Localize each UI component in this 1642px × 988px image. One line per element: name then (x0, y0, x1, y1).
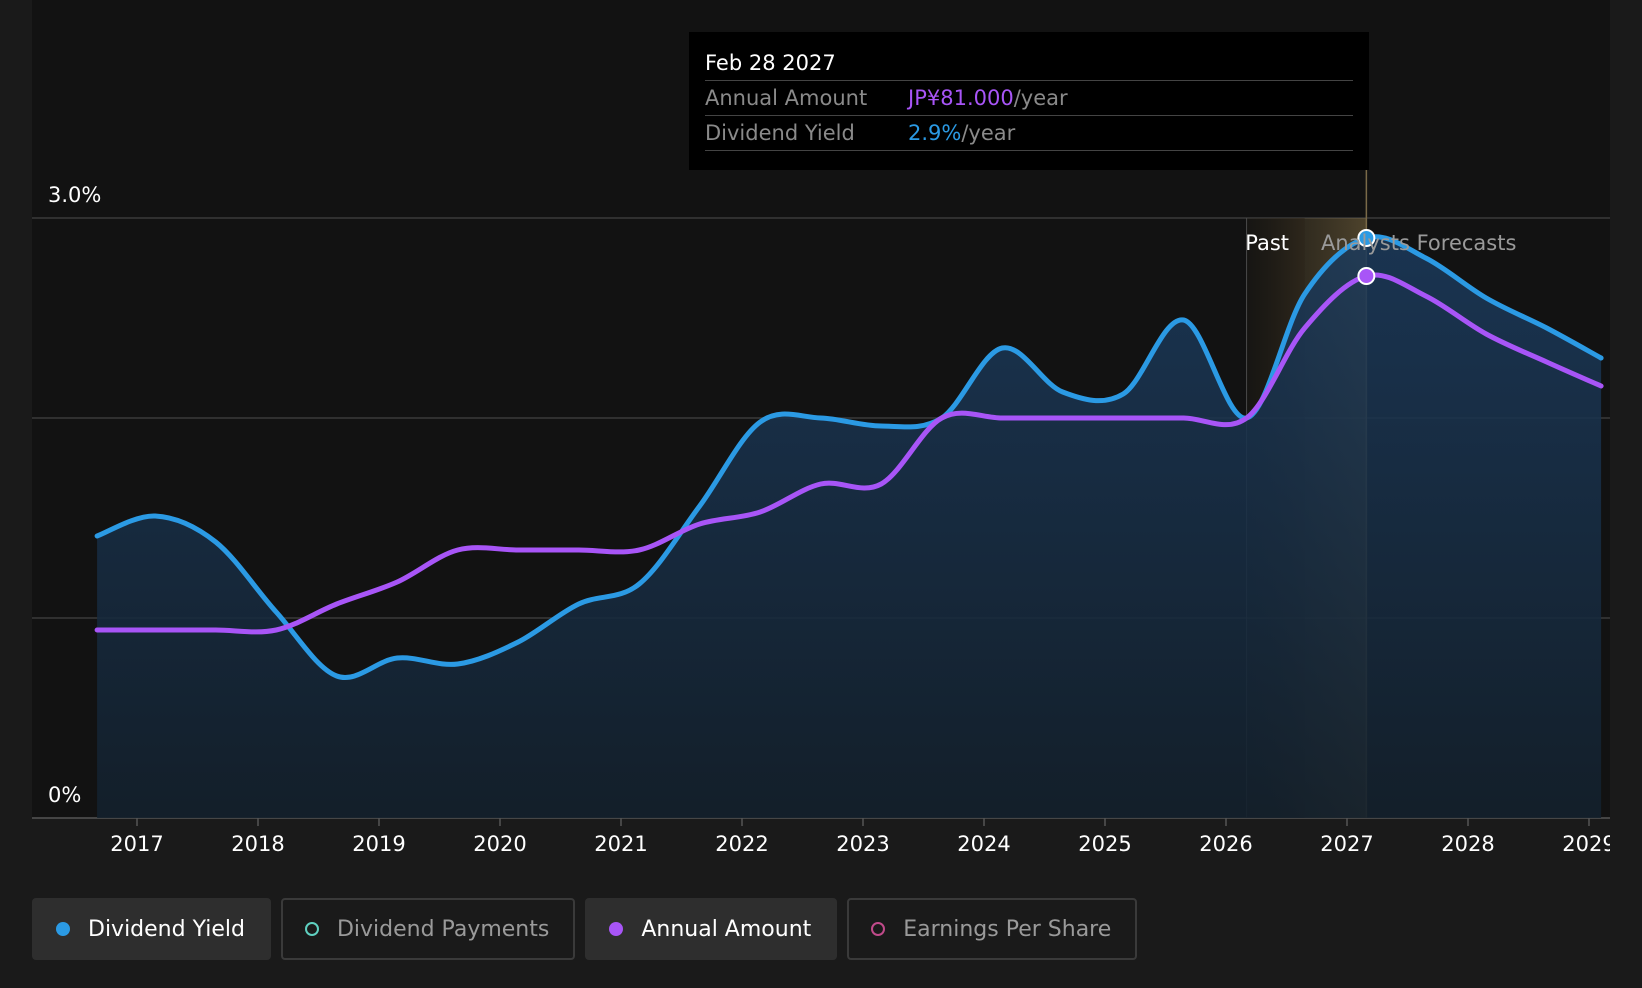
x-tick-label: 2022 (715, 832, 768, 856)
tooltip-value: JP¥81.000 (908, 86, 1014, 110)
tooltip-row-annual-amount: Annual Amount JP¥81.000 /year (705, 81, 1353, 116)
legend-label: Dividend Payments (336, 916, 550, 942)
y-tick-label-top: 3.0% (48, 183, 101, 207)
legend-label: Earnings Per Share (903, 916, 1112, 942)
tooltip-value: 2.9% (908, 121, 962, 145)
axis-edge-mask (1610, 820, 1642, 880)
x-tick-label: 2028 (1441, 832, 1494, 856)
tooltip-suffix: /year (961, 121, 1016, 145)
legend-label: Annual Amount (641, 916, 812, 942)
x-tick-label: 2023 (836, 832, 889, 856)
x-tick-label: 2021 (594, 832, 647, 856)
tooltip-date: Feb 28 2027 (705, 46, 1353, 81)
tooltip-label: Annual Amount (705, 86, 868, 110)
x-tick-label: 2025 (1078, 832, 1131, 856)
legend-dot-icon (609, 922, 624, 936)
legend-earnings-per-share[interactable]: Earnings Per Share (847, 898, 1138, 960)
legend-dot-icon (871, 922, 886, 936)
tooltip-suffix: /year (1013, 86, 1068, 110)
past-region-label: Past (1245, 231, 1289, 255)
annual-amount-hover-marker (1357, 267, 1376, 285)
x-tick-label: 2029 (1562, 832, 1615, 856)
x-tick-label: 2017 (110, 832, 163, 856)
legend-dividend-payments[interactable]: Dividend Payments (280, 898, 576, 960)
tooltip-row-dividend-yield: Dividend Yield 2.9% /year (705, 116, 1353, 151)
x-tick-label: 2026 (1199, 832, 1252, 856)
chart-tooltip: Feb 28 2027 Annual Amount JP¥81.000 /yea… (689, 32, 1369, 170)
legend-dot-icon (56, 922, 70, 936)
chart-legend: Dividend Yield Dividend Payments Annual … (32, 898, 1138, 960)
x-tick-label: 2019 (352, 832, 405, 856)
legend-annual-amount[interactable]: Annual Amount (585, 898, 838, 960)
legend-dot-icon (304, 922, 319, 936)
legend-label: Dividend Yield (88, 916, 245, 942)
y-tick-label-bottom: 0% (48, 783, 81, 807)
legend-dividend-yield[interactable]: Dividend Yield (32, 898, 271, 960)
x-tick-label: 2020 (473, 832, 526, 856)
x-tick-label: 2024 (957, 832, 1010, 856)
forecast-region-label: Analysts Forecasts (1321, 231, 1516, 255)
x-tick-label: 2027 (1320, 832, 1373, 856)
tooltip-label: Dividend Yield (705, 121, 855, 145)
x-tick-label: 2018 (231, 832, 284, 856)
